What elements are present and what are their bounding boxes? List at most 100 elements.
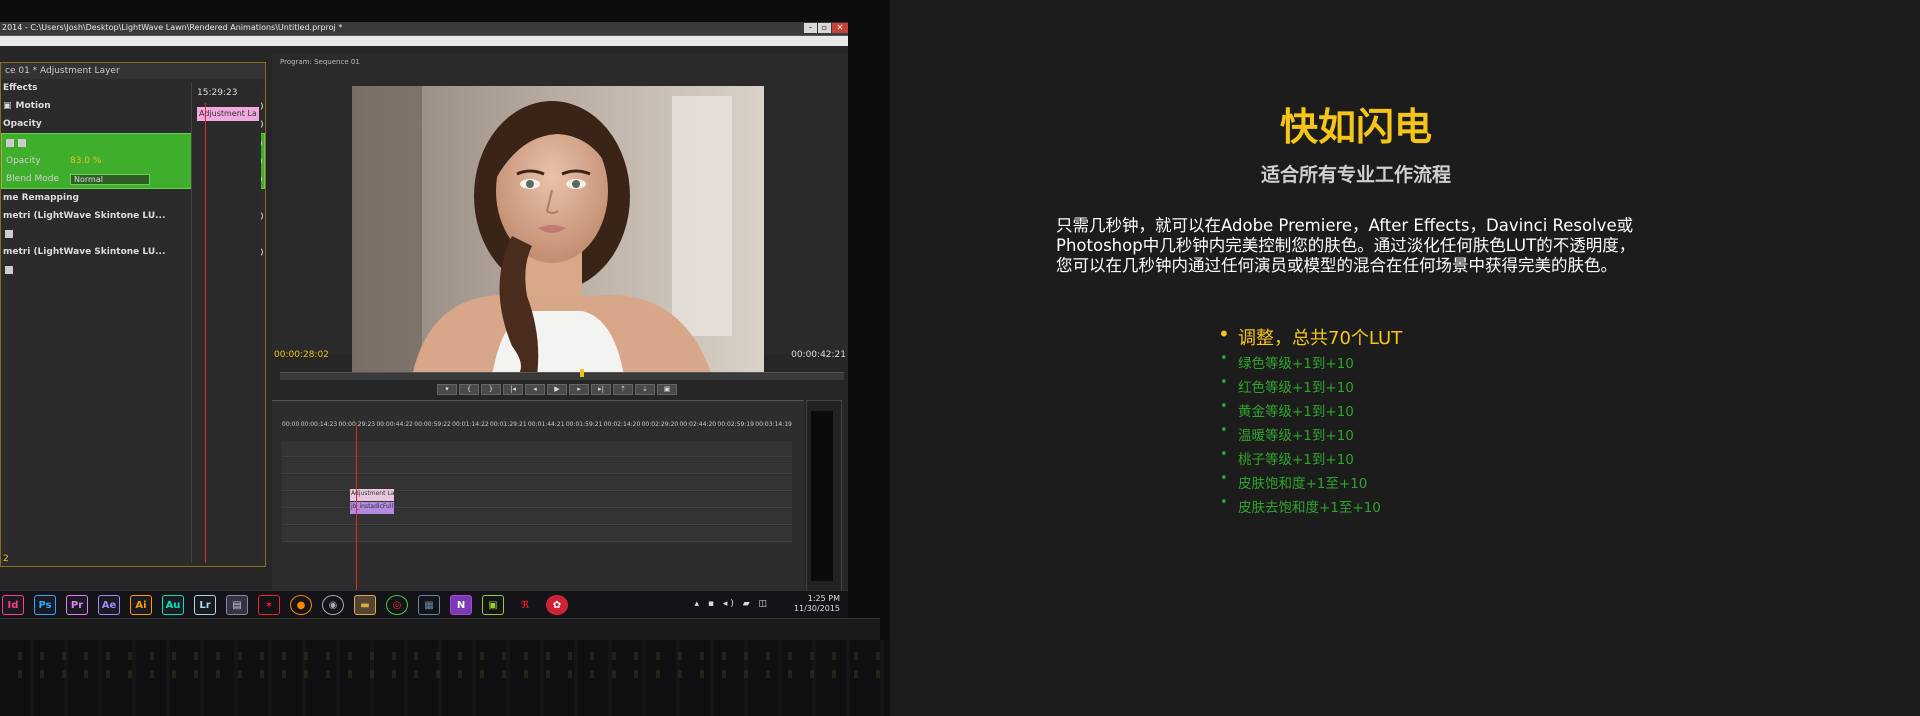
program-duration: 00:00:42:21: [791, 350, 846, 360]
blend-mode-select[interactable]: Normal: [70, 173, 150, 185]
window-controls: – ▫ ✕: [804, 23, 848, 33]
adjustment-layer-clip[interactable]: Adjustment La: [197, 107, 259, 121]
list-item: 温暖等级+1到+10: [1216, 423, 1402, 448]
photoshop-icon[interactable]: Ps: [34, 595, 56, 615]
maximize-button[interactable]: ▫: [818, 23, 831, 33]
keyboard-row: [0, 670, 880, 678]
scrub-playhead[interactable]: [580, 369, 584, 377]
ruler-tick: 00:01:44:21: [527, 421, 565, 428]
go-to-out-button[interactable]: ▸|: [591, 384, 611, 395]
app-icon[interactable]: ▦: [418, 595, 440, 615]
program-current-time[interactable]: 00:00:28:02: [274, 350, 329, 360]
app-star-icon[interactable]: ✶: [258, 595, 280, 615]
mark-in-button[interactable]: {: [459, 384, 479, 395]
page-subtitle: 适合所有专业工作流程: [1260, 164, 1451, 186]
list-item: 绿色等级+1到+10: [1216, 351, 1402, 376]
timeline-track[interactable]: [282, 458, 792, 474]
motion-icon: ▣: [3, 101, 12, 111]
system-tray-icons[interactable]: ▴ ▪ ◂) ▰ ◫: [694, 599, 770, 609]
play-button[interactable]: ▶: [547, 384, 567, 395]
feature-list: 调整，总共70个LUT 绿色等级+1到+10 红色等级+1到+10 黄金等级+1…: [1216, 322, 1402, 520]
opacity-value[interactable]: 83.0 %: [70, 156, 101, 166]
laptop-bezel: [0, 618, 880, 640]
mask-rect-icon[interactable]: [18, 139, 26, 147]
export-frame-icon[interactable]: ▣: [657, 384, 677, 395]
panel-footer-value: 2: [3, 554, 9, 564]
ruler-tick: 00:00:14:23: [300, 421, 338, 428]
program-monitor: Program: Sequence 01 00:00:28:02 00:00:4…: [272, 54, 848, 395]
ruler-tick: 00:02:14:20: [603, 421, 641, 428]
window-title: 2014 - C:\Users\Josh\Desktop\LightWave L…: [2, 23, 343, 32]
description-paragraph: 只需几秒钟，就可以在Adobe Premiere，After Effects，D…: [1056, 216, 1636, 275]
effect-controls-panel: ce 01 * Adjustment Layer Effects ▣ Motio…: [0, 62, 266, 567]
ruler-tick: 00:02:29:20: [641, 421, 679, 428]
mask-rect-icon[interactable]: [5, 266, 13, 274]
mask-rect-icon[interactable]: [5, 230, 13, 238]
program-scrub-bar[interactable]: [280, 369, 844, 380]
camera-app-icon[interactable]: ◉: [322, 595, 344, 615]
lift-button[interactable]: ⇡: [613, 384, 633, 395]
step-back-button[interactable]: ◂: [525, 384, 545, 395]
marker-button[interactable]: ▾: [437, 384, 457, 395]
timeline-track[interactable]: [282, 441, 792, 457]
clock-time: 1:25 PM: [807, 594, 840, 603]
folder-icon[interactable]: ▬: [354, 595, 376, 615]
effect-controls-header: ce 01 * Adjustment Layer: [1, 63, 265, 79]
ruler-tick: 00:01:29:21: [490, 421, 527, 428]
ruler-tick: 00:01:14:22: [452, 421, 489, 428]
ruler-tick: 00:02:44:20: [679, 421, 717, 428]
step-forward-button[interactable]: ▸: [569, 384, 589, 395]
list-item: 红色等级+1到+10: [1216, 375, 1402, 400]
lightroom-icon[interactable]: Lr: [194, 595, 216, 615]
ruler-tick: 00:01:59:21: [565, 421, 603, 428]
ruler-tick: 00:00: [282, 421, 300, 428]
laptop-keyboard: [0, 640, 890, 716]
effect-mini-timeline: [191, 83, 261, 563]
timeline-track[interactable]: [282, 526, 792, 542]
illustrator-icon[interactable]: Ai: [130, 595, 152, 615]
premiere-icon[interactable]: Pr: [66, 595, 88, 615]
taskbar-apps: Id Ps Pr Ae Ai Au Lr ▤ ✶ ● ◉ ▬ ◎ ▦ N ▣ ℜ…: [2, 595, 568, 615]
chrome-icon[interactable]: ◎: [386, 595, 408, 615]
extract-button[interactable]: ⇣: [635, 384, 655, 395]
ruler-tick: 00:00:59:22: [414, 421, 451, 428]
onenote-icon[interactable]: N: [450, 595, 472, 615]
keyboard-row: [0, 652, 880, 660]
effect-timecode: 15:29:23: [197, 88, 238, 98]
audio-meter-bar: [811, 411, 833, 581]
timeline-ruler[interactable]: 00:00 00:00:14:23 00:00:29:23 00:00:44:2…: [282, 421, 792, 435]
feature-main-item: 调整，总共70个LUT: [1216, 322, 1402, 352]
window-titlebar: 2014 - C:\Users\Josh\Desktop\LightWave L…: [0, 22, 848, 36]
app-green-icon[interactable]: ▣: [482, 595, 504, 615]
audition-icon[interactable]: Au: [162, 595, 184, 615]
laptop-mockup: 2014 - C:\Users\Josh\Desktop\LightWave L…: [0, 0, 890, 716]
after-effects-icon[interactable]: Ae: [98, 595, 120, 615]
timeline-panel: 00:00 00:00:14:23 00:00:29:23 00:00:44:2…: [272, 400, 804, 592]
ruler-tick: 00:00:44:22: [376, 421, 413, 428]
system-clock[interactable]: 1:25 PM 11/30/2015: [794, 594, 840, 614]
document-icon[interactable]: ▤: [226, 595, 248, 615]
list-item: 皮肤去饱和度+1至+10: [1216, 495, 1402, 520]
menu-bar: [0, 36, 848, 46]
premiere-screen: 2014 - C:\Users\Josh\Desktop\LightWave L…: [0, 22, 848, 618]
close-button[interactable]: ✕: [832, 23, 848, 33]
effect-playhead[interactable]: [205, 103, 206, 563]
list-item: 皮肤饱和度+1至+10: [1216, 471, 1402, 496]
indesign-icon[interactable]: Id: [2, 595, 24, 615]
timeline-playhead[interactable]: [356, 425, 357, 591]
list-item: 桃子等级+1到+10: [1216, 447, 1402, 472]
clock-date: 11/30/2015: [793, 604, 840, 613]
davinci-resolve-icon[interactable]: ✿: [546, 595, 568, 615]
mask-ellipse-icon[interactable]: [6, 139, 14, 147]
page-title: 快如闪电: [1279, 105, 1432, 149]
firefox-icon[interactable]: ●: [290, 595, 312, 615]
go-to-in-button[interactable]: |◂: [503, 384, 523, 395]
windows-taskbar: Id Ps Pr Ae Ai Au Lr ▤ ✶ ● ◉ ▬ ◎ ▦ N ▣ ℜ…: [0, 590, 848, 618]
minimize-button[interactable]: –: [804, 23, 817, 33]
transport-controls: ▾ { } |◂ ◂ ▶ ▸ ▸| ⇡ ⇣ ▣: [437, 384, 677, 395]
mark-out-button[interactable]: }: [481, 384, 501, 395]
app-red-logo-icon[interactable]: ℜ: [514, 595, 536, 615]
program-monitor-tab[interactable]: Program: Sequence 01: [280, 58, 360, 66]
video-preview-frame: [352, 86, 764, 376]
audio-meter: [806, 400, 842, 592]
